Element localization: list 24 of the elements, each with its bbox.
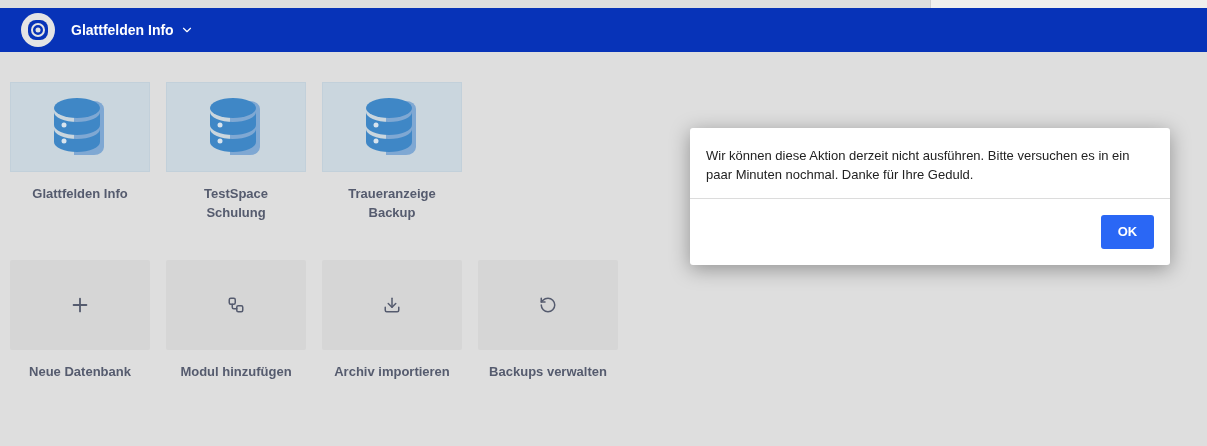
dialog-message: Wir können diese Aktion derzeit nicht ausführen. Bitte versuchen es in ein paar Minuten nochmal. Danke für Ihre Geduld. [705,147,1131,184]
action-label: Backups verwalten [489,363,607,381]
database-label: TestSpace Schulung [202,185,270,222]
action-tile[interactable] [166,260,306,350]
logo-icon [21,13,55,47]
download-icon [383,296,401,314]
action-label: Modul hinzufügen [180,363,292,381]
database-tile[interactable] [10,82,150,172]
flowchart-icon [227,296,245,314]
action-label: Archiv importieren [334,363,450,381]
database-label: Traueranzeige Backup [347,185,437,222]
database-icon [210,97,262,157]
action-tile[interactable] [478,260,618,350]
workspace-dropdown[interactable]: Glattfelden Info [71,19,194,41]
database-tile[interactable] [322,82,462,172]
action-tile[interactable] [322,260,462,350]
action-tile[interactable] [10,260,150,350]
database-icon [54,97,106,157]
database-icon [366,97,418,157]
database-label: Glattfelden Info [32,185,128,203]
action-label: Neue Datenbank [29,363,131,381]
ok-button[interactable]: OK [1101,215,1154,249]
undo-icon [539,296,557,314]
database-tile[interactable] [166,82,306,172]
